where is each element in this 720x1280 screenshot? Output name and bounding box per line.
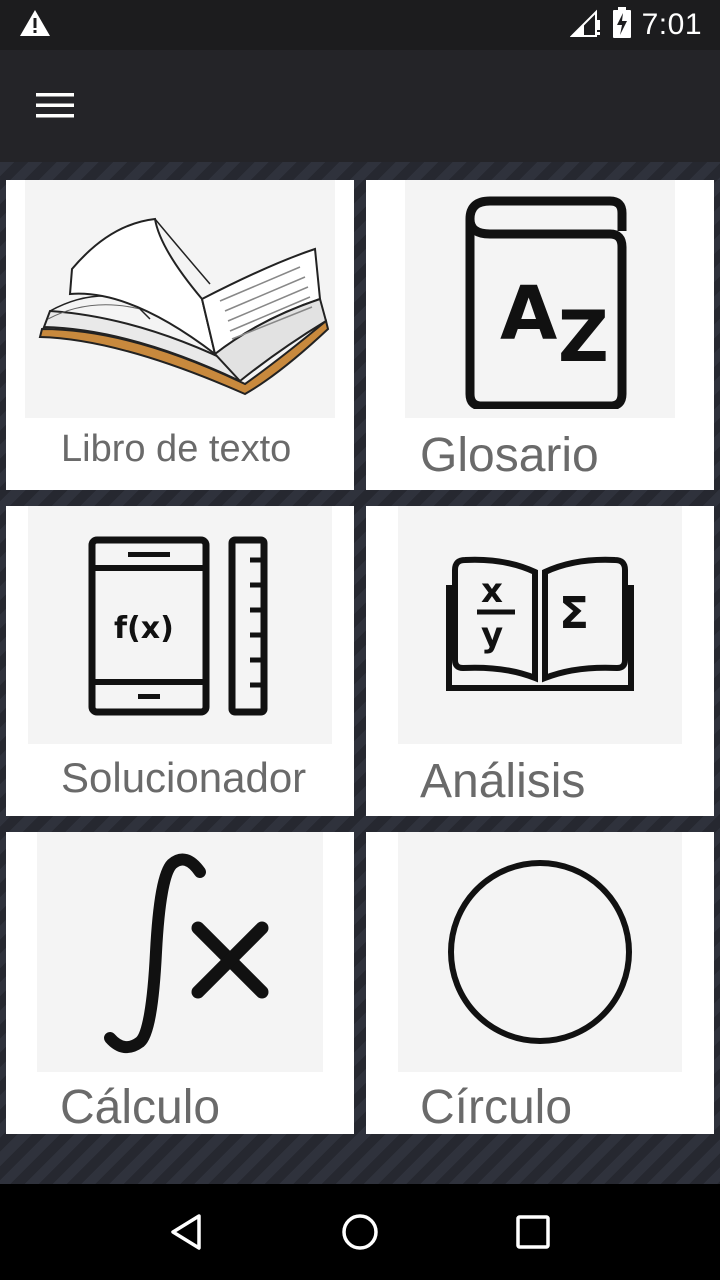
svg-text:x: x bbox=[481, 571, 503, 611]
card-label: Cálculo bbox=[60, 1081, 221, 1134]
navigation-bar bbox=[0, 1184, 720, 1280]
recents-icon[interactable] bbox=[503, 1202, 563, 1262]
content-grid: Libro de texto A Z Glosario f(x) Solucio… bbox=[0, 162, 720, 1184]
status-bar: 7:01 bbox=[0, 0, 720, 50]
battery-charging-icon bbox=[612, 6, 632, 44]
card-label: Círculo bbox=[420, 1081, 573, 1134]
card-label: Glosario bbox=[420, 429, 599, 482]
calculator-ruler-icon: f(x) bbox=[28, 506, 332, 744]
math-book-icon: x y Σ bbox=[398, 506, 682, 744]
open-book-icon bbox=[25, 180, 335, 418]
home-icon[interactable] bbox=[330, 1202, 390, 1262]
glossary-az-book-icon: A Z bbox=[405, 180, 675, 418]
circle-icon bbox=[398, 832, 682, 1072]
signal-icon bbox=[569, 8, 602, 43]
warning-icon bbox=[18, 8, 52, 43]
svg-text:Σ: Σ bbox=[559, 588, 589, 639]
hamburger-menu-icon[interactable] bbox=[36, 86, 76, 126]
app-bar bbox=[0, 50, 720, 162]
back-icon[interactable] bbox=[157, 1202, 217, 1262]
svg-text:y: y bbox=[481, 615, 503, 655]
svg-text:f(x): f(x) bbox=[114, 611, 174, 646]
svg-text:Z: Z bbox=[558, 296, 609, 378]
card-label: Solucionador bbox=[61, 754, 307, 801]
card-glosario[interactable]: A Z Glosario bbox=[366, 180, 714, 490]
card-libro-de-texto[interactable]: Libro de texto bbox=[6, 180, 354, 490]
card-label: Libro de texto bbox=[61, 428, 292, 470]
status-time: 7:01 bbox=[641, 8, 702, 41]
card-label: Análisis bbox=[420, 755, 586, 808]
svg-text:A: A bbox=[500, 271, 557, 357]
card-circulo[interactable]: Círculo bbox=[366, 832, 714, 1134]
card-analisis[interactable]: x y Σ Análisis bbox=[366, 506, 714, 816]
integral-x-icon bbox=[37, 832, 323, 1072]
card-calculo[interactable]: Cálculo bbox=[6, 832, 354, 1134]
card-solucionador[interactable]: f(x) Solucionador bbox=[6, 506, 354, 816]
